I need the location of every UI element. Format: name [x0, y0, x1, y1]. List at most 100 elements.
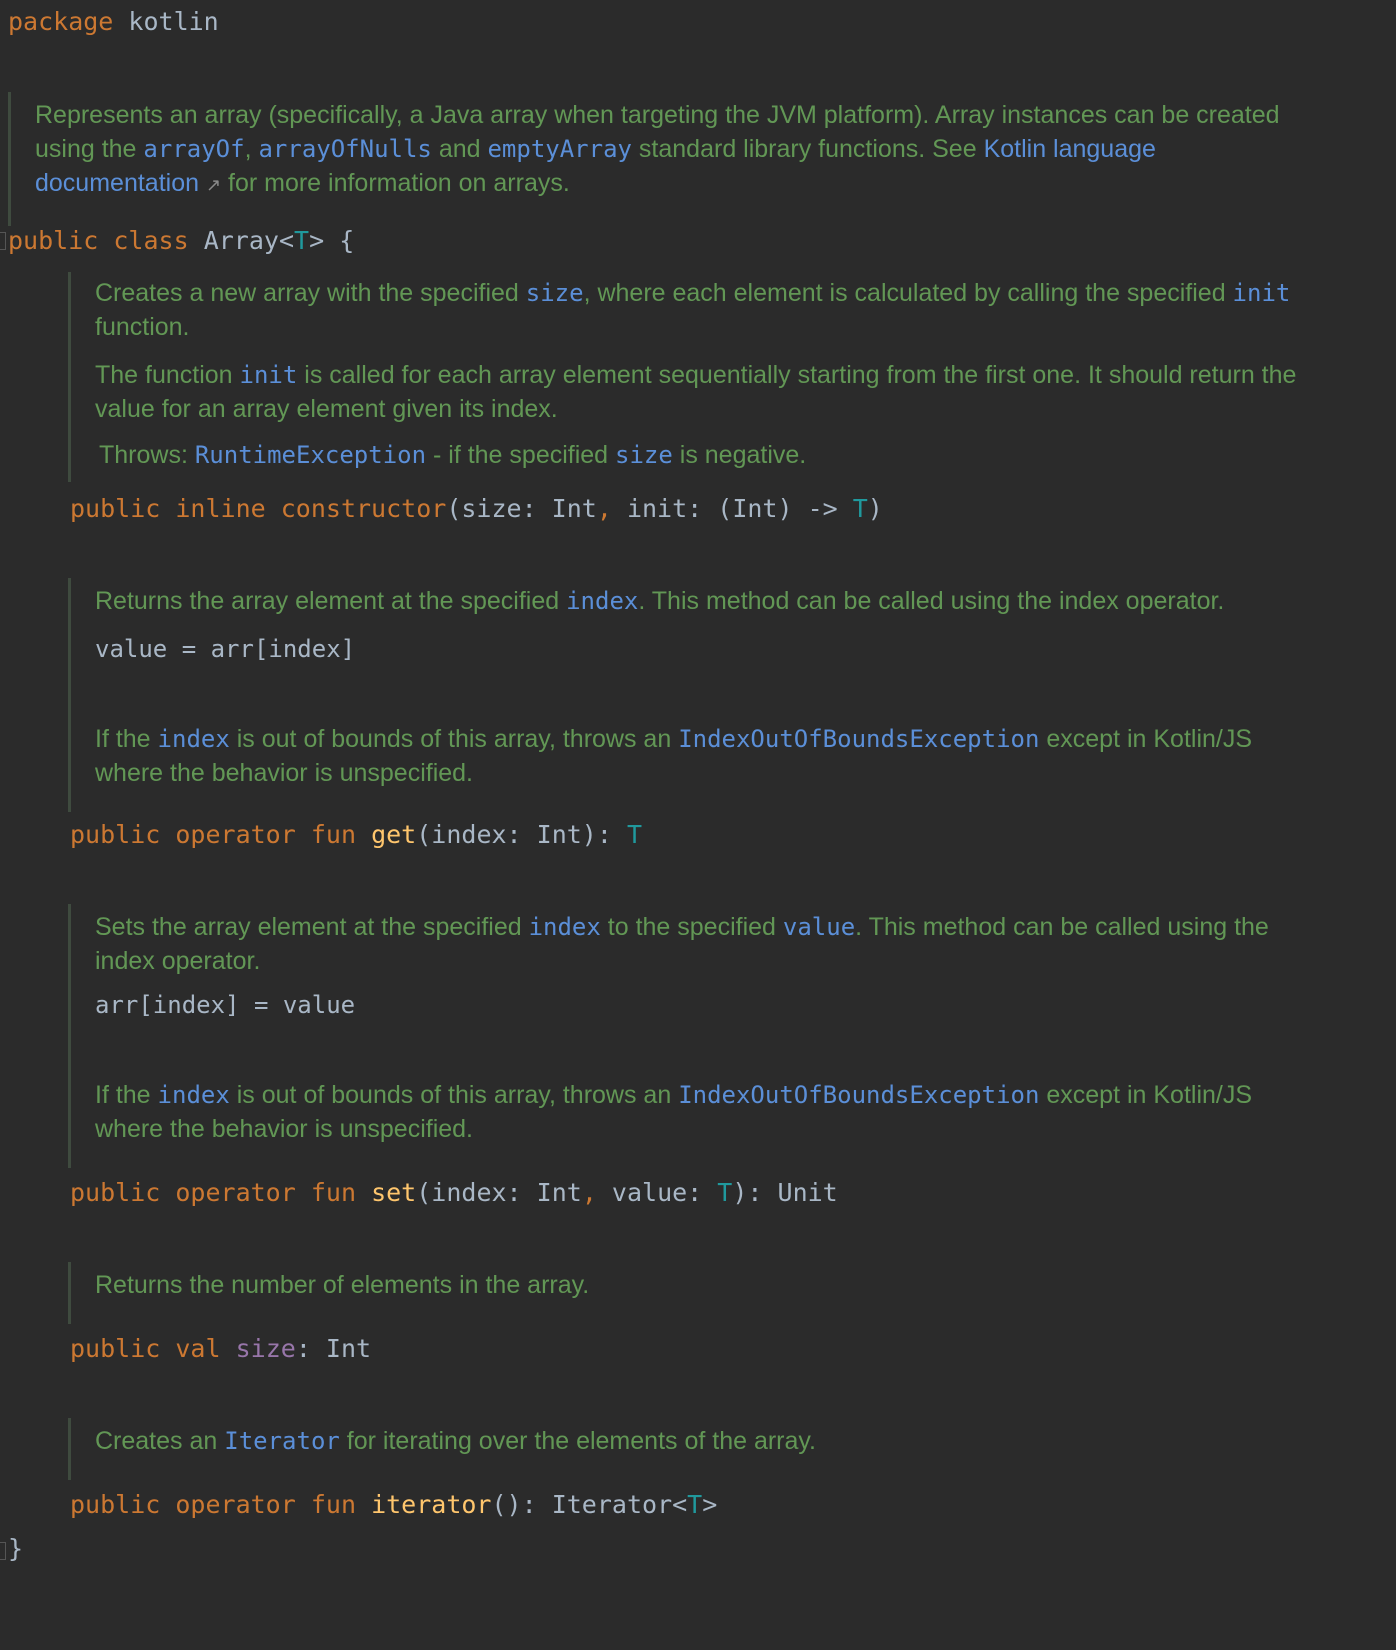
- constructor-signature: public inline constructor(size: Int, ini…: [70, 492, 883, 526]
- get-doc-comment: Returns the array element at the specifi…: [68, 578, 1325, 812]
- ref-arrayOfNulls[interactable]: arrayOfNulls: [258, 135, 431, 163]
- type-param: T: [626, 820, 643, 849]
- operator-keyword: operator: [175, 820, 296, 849]
- doc-text: If the: [95, 1081, 158, 1109]
- ref-iterator[interactable]: Iterator: [224, 1427, 340, 1455]
- doc-text: The function: [95, 361, 240, 389]
- public-keyword: public: [70, 1178, 161, 1207]
- constructor-doc-p1: Creates a new array with the specified s…: [95, 276, 1325, 344]
- doc-text: standard library functions. See: [631, 135, 984, 163]
- set-doc-comment: Sets the array element at the specified …: [68, 904, 1325, 1168]
- constructor-keyword: constructor: [280, 494, 447, 523]
- size-signature: public val size: Int: [70, 1332, 371, 1366]
- fun-keyword: fun: [310, 1178, 357, 1207]
- comma: ,: [596, 494, 612, 523]
- type-param: T: [294, 226, 310, 255]
- angle-close: >: [702, 1490, 718, 1519]
- doc-text: for iterating over the elements of the a…: [339, 1427, 817, 1455]
- doc-text: and: [431, 135, 488, 163]
- doc-text: If the: [95, 725, 158, 753]
- operator-keyword: operator: [175, 1490, 296, 1519]
- ref-index-out-of-bounds[interactable]: IndexOutOfBoundsException: [678, 1081, 1039, 1109]
- operator-keyword: operator: [175, 1178, 296, 1207]
- public-keyword: public: [70, 1490, 161, 1519]
- params: value:: [596, 1178, 718, 1207]
- ref-init[interactable]: init: [240, 361, 298, 389]
- external-link-icon: ↗: [205, 175, 222, 195]
- doc-text: ,: [244, 135, 259, 163]
- type-param: T: [687, 1490, 703, 1519]
- set-doc-p2: If the index is out of bounds of this ar…: [95, 1078, 1325, 1146]
- package-declaration: package kotlin: [8, 5, 219, 39]
- ref-index[interactable]: index: [566, 587, 638, 615]
- doc-text: is out of bounds of this array, throws a…: [229, 725, 679, 753]
- doc-text: Returns the array element at the specifi…: [95, 587, 567, 615]
- val-keyword: val: [175, 1334, 221, 1363]
- class-doc-text: Represents an array (specifically, a Jav…: [35, 98, 1325, 202]
- public-keyword: public: [70, 820, 161, 849]
- params: (index: Int: [416, 1178, 582, 1207]
- doc-text: is out of bounds of this array, throws a…: [229, 1081, 679, 1109]
- type-param: T: [852, 494, 868, 523]
- class-declaration: public class Array<T> {: [8, 226, 355, 255]
- get-doc-p1: Returns the array element at the specifi…: [95, 584, 1325, 618]
- constructor-doc-comment: Creates a new array with the specified s…: [68, 272, 1325, 482]
- class-closing-brace: }: [8, 1534, 24, 1563]
- ref-value[interactable]: value: [783, 913, 855, 941]
- package-name: kotlin: [128, 7, 219, 36]
- params: init: (Int) ->: [611, 494, 853, 523]
- fold-marker-icon[interactable]: [0, 232, 6, 250]
- doc-text: , where each element is calculated by ca…: [583, 279, 1233, 307]
- set-example: arr[index] = value: [95, 991, 356, 1019]
- ref-size[interactable]: size: [615, 441, 673, 469]
- get-signature: public operator fun get(index: Int): T: [70, 818, 642, 852]
- set-doc-p1: Sets the array element at the specified …: [95, 910, 1325, 978]
- class-keyword: class: [113, 226, 189, 255]
- iterator-doc-comment: Creates an Iterator for iterating over t…: [68, 1418, 1325, 1480]
- ref-runtime-exception[interactable]: RuntimeException: [195, 441, 426, 469]
- ref-emptyArray[interactable]: emptyArray: [487, 135, 632, 163]
- ref-index[interactable]: index: [158, 1081, 230, 1109]
- doc-text: Sets the array element at the specified: [95, 913, 529, 941]
- doc-text: function.: [95, 313, 190, 341]
- ref-init[interactable]: init: [1233, 279, 1291, 307]
- size-property[interactable]: size: [236, 1334, 296, 1363]
- type-param: T: [717, 1178, 733, 1207]
- get-function-name[interactable]: get: [371, 820, 416, 849]
- doc-text: . This method can be called using the in…: [638, 587, 1225, 615]
- params: (size: Int: [446, 494, 597, 523]
- get-doc-p2: If the index is out of bounds of this ar…: [95, 722, 1325, 790]
- doc-text: - if the specified: [426, 441, 616, 469]
- comma: ,: [581, 1178, 597, 1207]
- throws-label: Throws:: [99, 441, 195, 469]
- class-name: Array: [203, 226, 279, 255]
- brace-open: {: [339, 226, 355, 255]
- iterator-function-name[interactable]: iterator: [371, 1490, 491, 1519]
- inline-keyword: inline: [175, 494, 266, 523]
- paren-close: ): [867, 494, 883, 523]
- ref-index[interactable]: index: [158, 725, 230, 753]
- get-example: value = arr[index]: [95, 635, 356, 663]
- size-doc-text: Returns the number of elements in the ar…: [95, 1271, 590, 1299]
- class-doc-comment: Represents an array (specifically, a Jav…: [8, 92, 1325, 226]
- doc-text: Creates a new array with the specified: [95, 279, 526, 307]
- public-keyword: public: [70, 1334, 161, 1363]
- return-type: ): Unit: [732, 1178, 838, 1207]
- ref-size[interactable]: size: [526, 279, 584, 307]
- params: (): Iterator<: [491, 1490, 688, 1519]
- type-annotation: : Int: [295, 1334, 372, 1363]
- fold-marker-icon[interactable]: [0, 1542, 6, 1560]
- constructor-throws: Throws: RuntimeException - if the specif…: [95, 438, 1325, 472]
- doc-text: for more information on arrays.: [221, 169, 570, 197]
- ref-index[interactable]: index: [529, 913, 601, 941]
- ref-arrayOf[interactable]: arrayOf: [143, 135, 244, 163]
- doc-text: Creates an: [95, 1427, 225, 1455]
- constructor-doc-p2: The function init is called for each arr…: [95, 358, 1325, 426]
- iterator-signature: public operator fun iterator(): Iterator…: [70, 1488, 717, 1522]
- set-signature: public operator fun set(index: Int, valu…: [70, 1176, 838, 1210]
- ref-index-out-of-bounds[interactable]: IndexOutOfBoundsException: [678, 725, 1039, 753]
- set-function-name[interactable]: set: [371, 1178, 416, 1207]
- iterator-doc-text: Creates an Iterator for iterating over t…: [95, 1424, 1325, 1458]
- public-keyword: public: [70, 494, 161, 523]
- package-keyword: package: [8, 7, 114, 36]
